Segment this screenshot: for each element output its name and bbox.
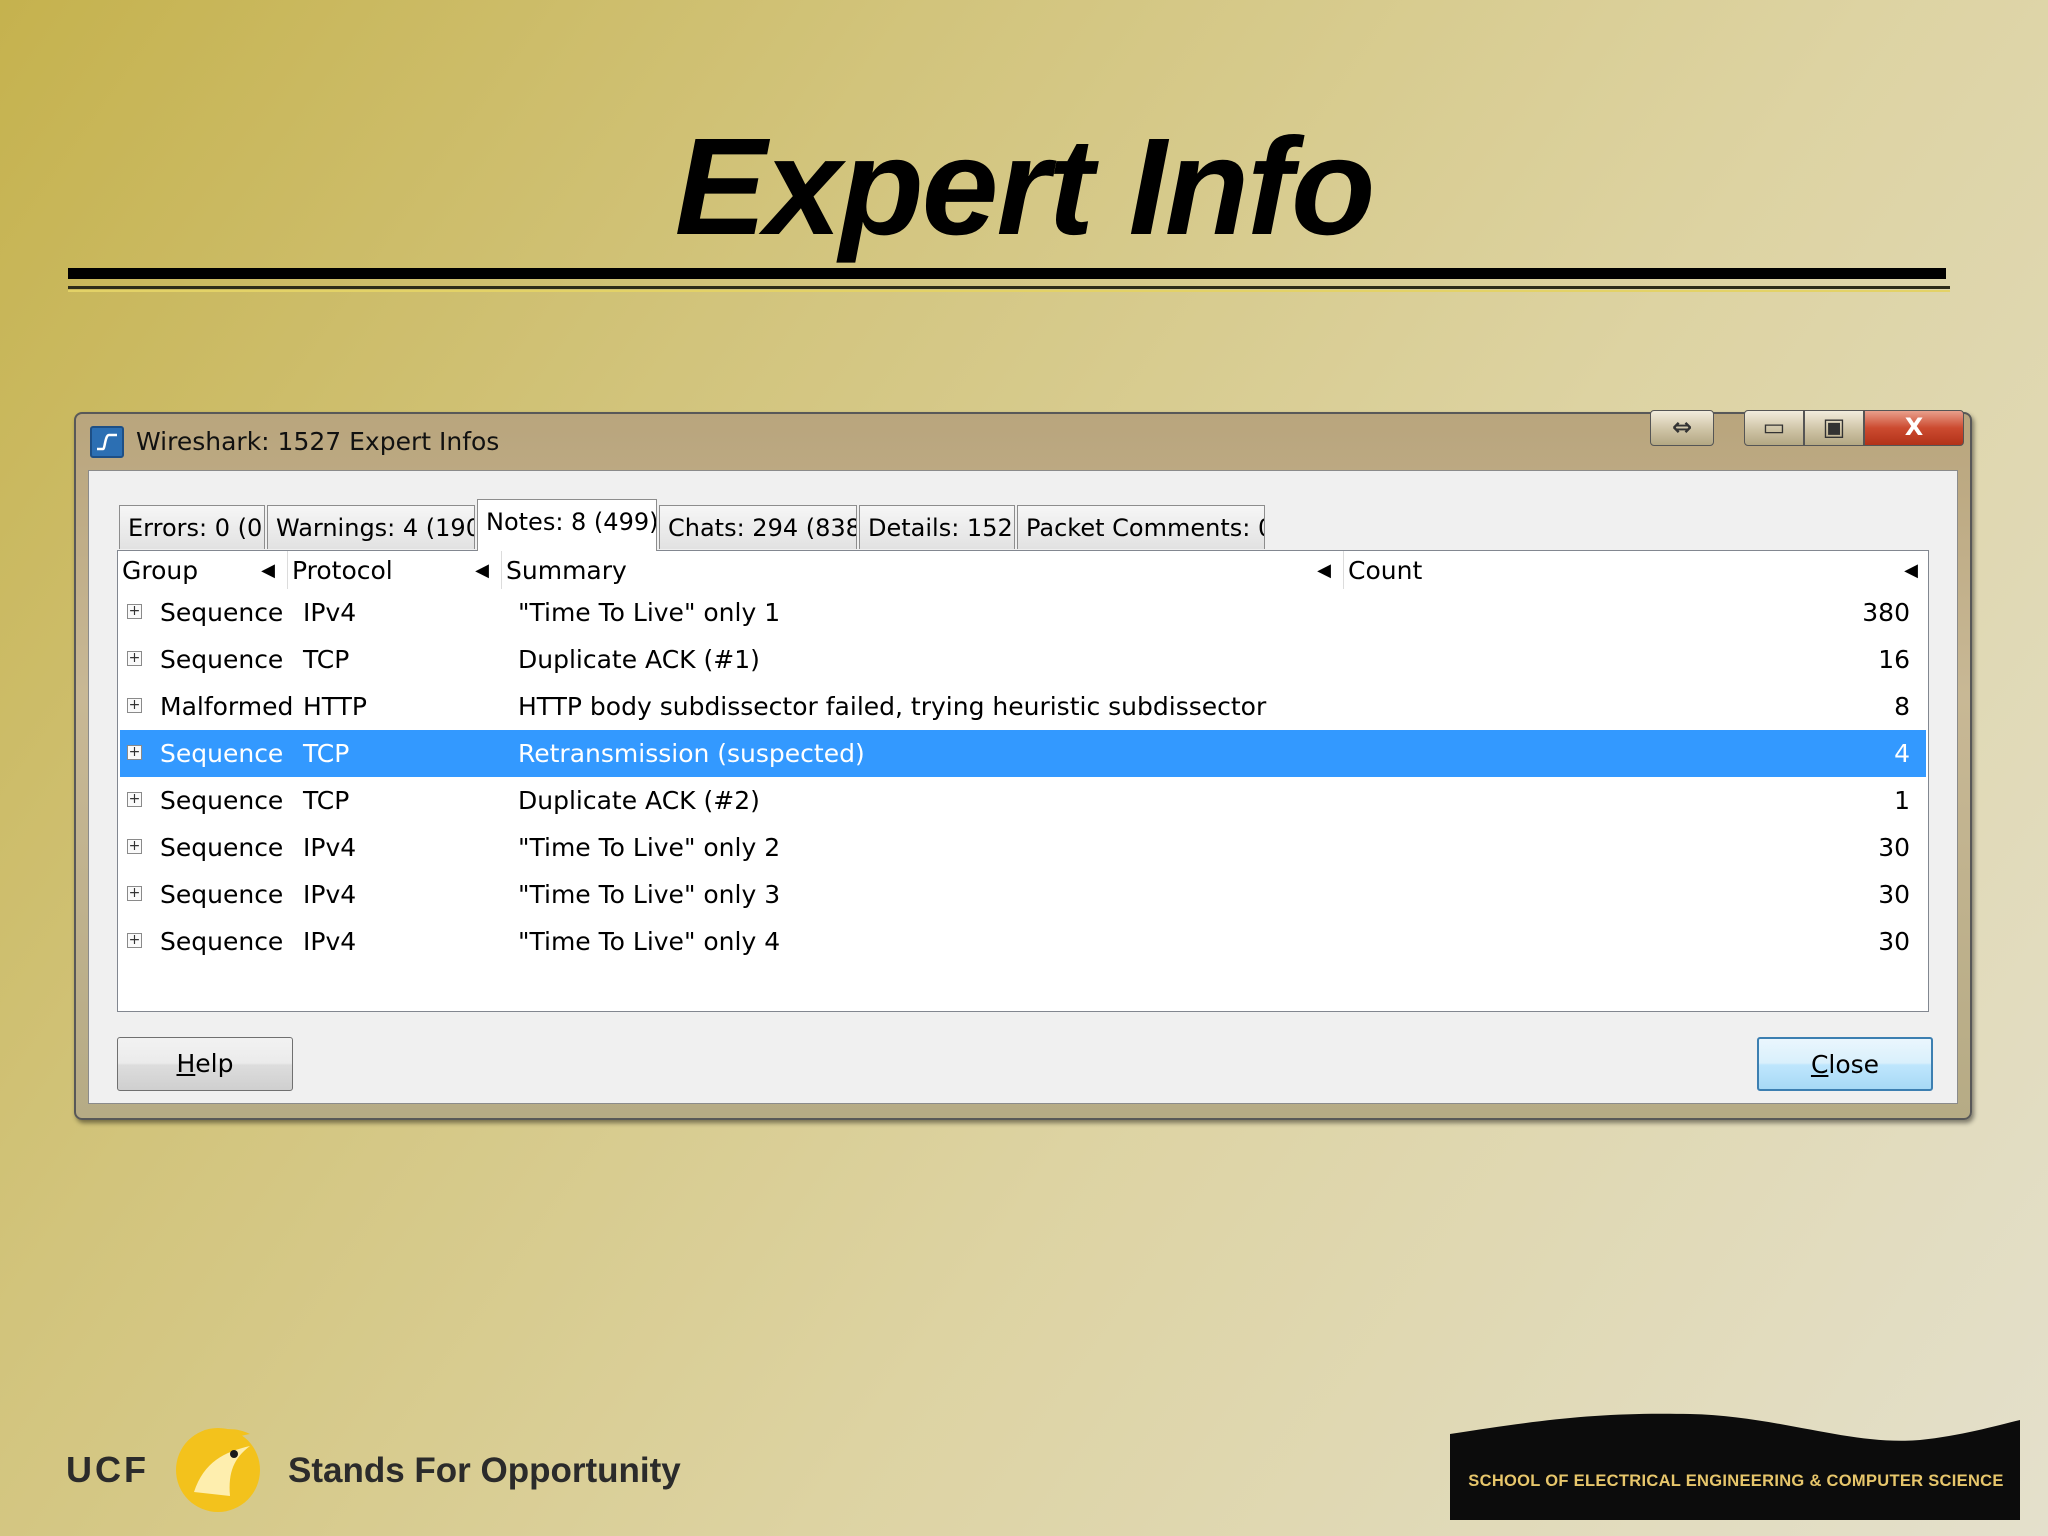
cell-summary: "Time To Live" only 2: [518, 833, 781, 862]
cell-group: Sequence: [160, 927, 284, 956]
cell-count: 16: [1878, 645, 1910, 674]
tab-details[interactable]: Details: 1527: [859, 505, 1015, 549]
pegasus-logo-icon: [176, 1428, 260, 1512]
column-header-group[interactable]: Group ◀: [118, 551, 288, 589]
close-mnemonic: C: [1810, 1050, 1829, 1079]
column-header-label: Group: [122, 556, 199, 585]
expert-info-list[interactable]: Group ◀ Protocol ◀ Summary ◀ Count ◀ + Seque…: [117, 550, 1929, 1012]
cell-group: Sequence: [160, 739, 284, 768]
cell-summary: Duplicate ACK (#2): [518, 786, 760, 815]
minimize-icon: ▭: [1762, 413, 1786, 441]
cell-count: 8: [1894, 692, 1910, 721]
expand-plus-icon[interactable]: +: [127, 933, 142, 948]
expand-plus-icon[interactable]: +: [127, 651, 142, 666]
cell-count: 1: [1894, 786, 1910, 815]
list-item[interactable]: + Sequence IPv4 "Time To Live" only 2 30: [120, 824, 1926, 871]
list-item[interactable]: + Sequence IPv4 "Time To Live" only 4 30: [120, 918, 1926, 965]
list-item[interactable]: + Sequence TCP Duplicate ACK (#1) 16: [120, 636, 1926, 683]
title-divider: [68, 268, 1946, 279]
title-divider-gold: [68, 290, 1950, 292]
resize-button[interactable]: ⇔: [1650, 410, 1714, 446]
cell-summary: "Time To Live" only 4: [518, 927, 781, 956]
sort-arrow-icon: ◀: [1317, 560, 1331, 581]
cell-protocol: IPv4: [303, 880, 357, 909]
school-banner: [1450, 1413, 2020, 1520]
column-header-label: Protocol: [292, 556, 393, 585]
cell-count: 30: [1878, 833, 1910, 862]
column-header-label: Count: [1348, 556, 1423, 585]
cell-group: Sequence: [160, 786, 284, 815]
sort-arrow-icon: ◀: [1904, 560, 1918, 581]
column-header-summary[interactable]: Summary ◀: [502, 551, 1344, 589]
sort-arrow-icon: ◀: [475, 560, 489, 581]
close-window-button[interactable]: X: [1864, 410, 1964, 446]
expand-plus-icon[interactable]: +: [127, 698, 142, 713]
cell-count: 30: [1878, 927, 1910, 956]
column-header-row: Group ◀ Protocol ◀ Summary ◀ Count ◀: [118, 551, 1928, 589]
cell-group: Sequence: [160, 598, 284, 627]
tab-packet-comments[interactable]: Packet Comments: 0: [1017, 505, 1265, 549]
column-header-label: Summary: [506, 556, 627, 585]
tab-notes[interactable]: Notes: 8 (499): [477, 499, 657, 551]
slide-title: Expert Info: [674, 110, 1376, 264]
list-item[interactable]: + Sequence IPv4 "Time To Live" only 1 38…: [120, 589, 1926, 636]
cell-summary: HTTP body subdissector failed, trying he…: [518, 692, 1267, 721]
maximize-button[interactable]: ▣: [1804, 410, 1864, 446]
list-item-selected[interactable]: + Sequence TCP Retransmission (suspected…: [120, 730, 1926, 777]
close-button[interactable]: Close: [1757, 1037, 1933, 1091]
tab-warnings[interactable]: Warnings: 4 (190): [267, 505, 475, 549]
cell-protocol: IPv4: [303, 598, 357, 627]
cell-count: 30: [1878, 880, 1910, 909]
wireshark-icon: [90, 426, 124, 458]
school-name: SCHOOL OF ELECTRICAL ENGINEERING & COMPU…: [1468, 1472, 2004, 1490]
list-item[interactable]: + Malformed HTTP HTTP body subdissector …: [120, 683, 1926, 730]
cell-protocol: TCP: [303, 739, 350, 768]
help-label-rest: elp: [195, 1049, 234, 1078]
ucf-tagline: Stands For Opportunity: [288, 1451, 681, 1490]
list-item[interactable]: + Sequence TCP Duplicate ACK (#2) 1: [120, 777, 1926, 824]
cell-protocol: IPv4: [303, 833, 357, 862]
tab-errors[interactable]: Errors: 0 (0): [119, 505, 265, 549]
cell-count: 4: [1894, 739, 1910, 768]
maximize-icon: ▣: [1822, 413, 1846, 441]
help-button[interactable]: Help: [117, 1037, 293, 1091]
cell-group: Sequence: [160, 645, 284, 674]
close-label-rest: lose: [1828, 1050, 1880, 1079]
cell-group: Sequence: [160, 880, 284, 909]
cell-protocol: IPv4: [303, 927, 357, 956]
window-title: Wireshark: 1527 Expert Infos: [136, 427, 500, 456]
cell-protocol: TCP: [303, 786, 350, 815]
resize-icon: ⇔: [1671, 413, 1693, 441]
close-icon: X: [1904, 413, 1924, 441]
title-divider-thin: [68, 286, 1950, 289]
cell-summary: "Time To Live" only 3: [518, 880, 781, 909]
cell-group: Sequence: [160, 833, 284, 862]
sort-arrow-icon: ◀: [261, 560, 275, 581]
expand-plus-icon[interactable]: +: [127, 792, 142, 807]
help-mnemonic: H: [176, 1049, 196, 1078]
ucf-wordmark: UCF: [66, 1449, 149, 1490]
cell-summary: Duplicate ACK (#1): [518, 645, 760, 674]
minimize-button[interactable]: ▭: [1744, 410, 1804, 446]
cell-group: Malformed: [160, 692, 294, 721]
expand-plus-icon[interactable]: +: [127, 839, 142, 854]
cell-summary: "Time To Live" only 1: [518, 598, 781, 627]
column-header-count[interactable]: Count ◀: [1344, 551, 1928, 589]
expand-plus-icon[interactable]: +: [127, 745, 142, 760]
cell-summary: Retransmission (suspected): [518, 739, 865, 768]
column-header-protocol[interactable]: Protocol ◀: [288, 551, 502, 589]
cell-protocol: TCP: [303, 645, 350, 674]
list-item[interactable]: + Sequence IPv4 "Time To Live" only 3 30: [120, 871, 1926, 918]
expand-plus-icon[interactable]: +: [127, 886, 142, 901]
expert-info-window: Wireshark: 1527 Expert Infos ⇔ ▭ ▣ X Err…: [74, 410, 1972, 1120]
expand-plus-icon[interactable]: +: [127, 604, 142, 619]
tab-chats[interactable]: Chats: 294 (838): [659, 505, 857, 549]
cell-count: 380: [1862, 598, 1910, 627]
dialog-client-area: Errors: 0 (0) Warnings: 4 (190) Notes: 8…: [88, 470, 1958, 1104]
cell-protocol: HTTP: [303, 692, 367, 721]
